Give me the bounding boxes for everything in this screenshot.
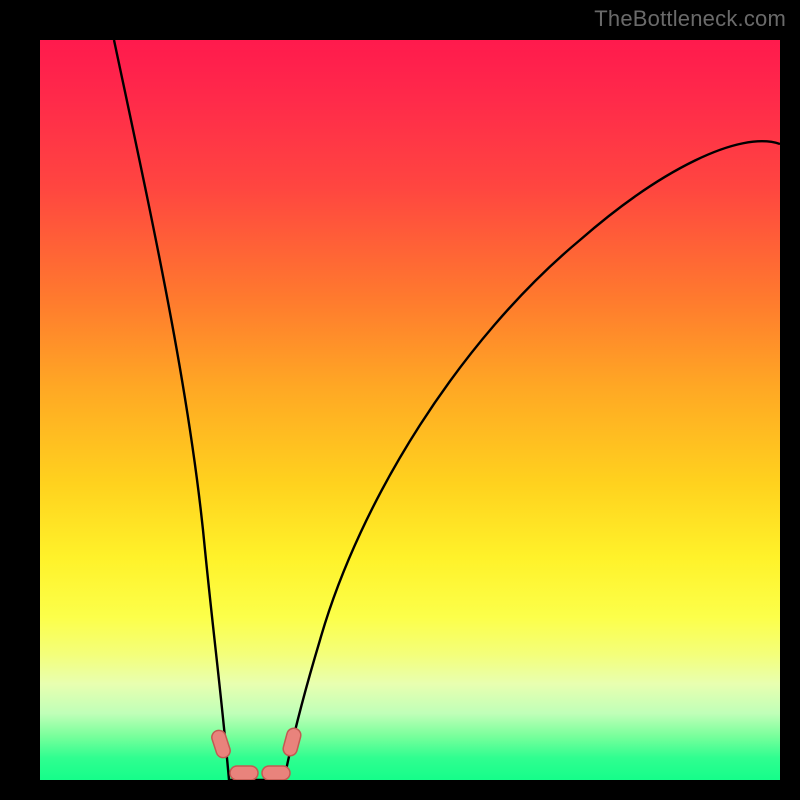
chart-svg <box>40 40 780 780</box>
curve-right-branch <box>284 141 780 780</box>
curve-left-branch <box>114 40 229 780</box>
chart-frame: TheBottleneck.com <box>0 0 800 800</box>
marker-right-upper <box>282 727 303 758</box>
watermark-text: TheBottleneck.com <box>594 6 786 32</box>
marker-left-upper <box>210 729 232 760</box>
chart-plot-area <box>40 40 780 780</box>
marker-left-lower <box>230 766 258 780</box>
marker-right-lower <box>262 766 290 780</box>
